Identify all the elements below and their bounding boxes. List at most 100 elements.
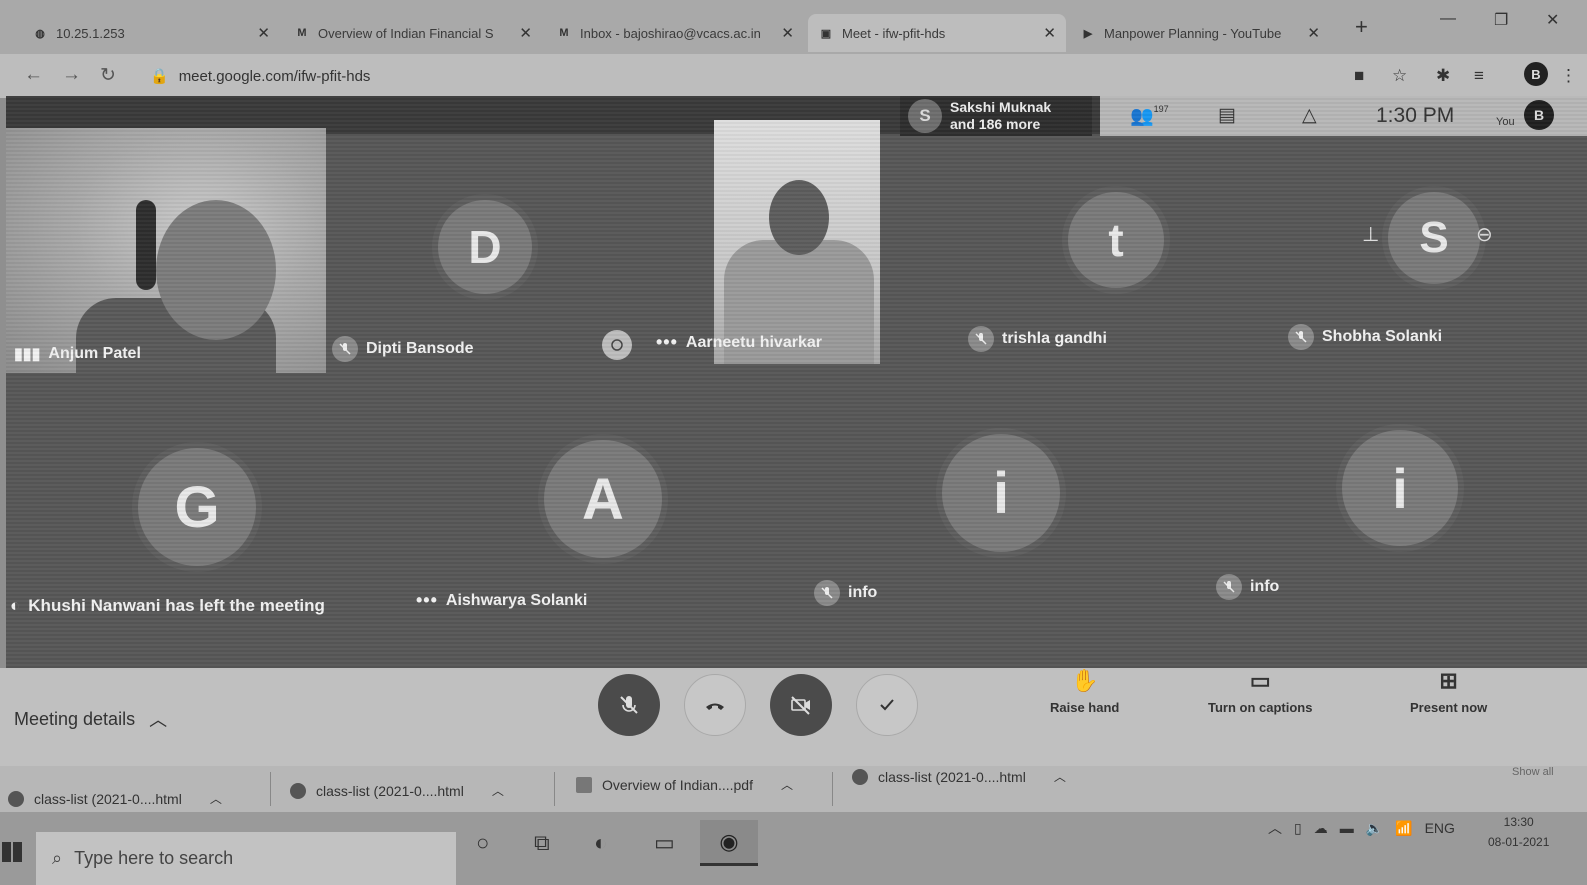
close-tab-icon[interactable]: ✕ bbox=[781, 24, 794, 42]
chrome-taskbar-icon[interactable]: ◉ bbox=[700, 820, 758, 866]
network-icon[interactable]: 📶 bbox=[1395, 820, 1412, 837]
download-item[interactable]: class-list (2021-0....html ︿ bbox=[852, 768, 1066, 785]
download-filename: class-list (2021-0....html bbox=[316, 782, 464, 799]
camera-icon[interactable]: ■ bbox=[1354, 66, 1364, 86]
hand-icon: ✋ bbox=[1070, 668, 1099, 693]
edge-icon[interactable]: ◐ bbox=[594, 830, 607, 856]
close-window-icon[interactable]: ✕ bbox=[1546, 10, 1559, 30]
forward-icon[interactable]: → bbox=[62, 64, 81, 86]
camera-toggle-button[interactable] bbox=[770, 674, 832, 736]
taskbar-search[interactable]: ⌕ Type here to search bbox=[36, 832, 456, 885]
system-tray: ︿ ▯ ☁ ▬ 🔈 📶 ENG bbox=[1268, 818, 1455, 838]
more-options-icon[interactable]: ••• bbox=[656, 332, 678, 353]
chevron-up-icon[interactable]: ︿ bbox=[1268, 818, 1282, 838]
browser-tab-1[interactable]: ◍ 10.25.1.253 ✕ bbox=[22, 14, 280, 52]
pin-icon[interactable]: ⊥ bbox=[1362, 222, 1379, 247]
meeting-details-button[interactable]: Meeting details ︿ bbox=[14, 706, 167, 732]
file-explorer-icon[interactable]: ▭ bbox=[654, 830, 675, 856]
show-all-link[interactable]: Show all bbox=[1512, 766, 1554, 778]
close-tab-icon[interactable]: ✕ bbox=[257, 24, 270, 42]
chevron-up-icon[interactable]: ︿ bbox=[1054, 768, 1066, 785]
check-icon bbox=[880, 699, 894, 711]
participant-name-tag: ••• Aarneetu hivarkar bbox=[656, 332, 822, 353]
clock[interactable]: 13:30 08-01-2021 bbox=[1488, 812, 1549, 852]
self-avatar[interactable]: B bbox=[1524, 100, 1554, 130]
chrome-file-icon bbox=[8, 790, 24, 807]
present-now-button[interactable]: ⊞ Present now bbox=[1410, 668, 1487, 715]
reading-list-icon[interactable]: ≡ bbox=[1474, 66, 1484, 86]
activities-icon[interactable]: △ bbox=[1302, 104, 1317, 127]
lock-icon: 🔒 bbox=[150, 68, 169, 85]
raise-hand-button[interactable]: ✋ Raise hand bbox=[1050, 668, 1119, 715]
volume-icon[interactable]: 🔈 bbox=[1366, 820, 1383, 837]
meet-icon: ▣ bbox=[820, 27, 832, 40]
download-item[interactable]: class-list (2021-0....html ︿ bbox=[290, 782, 504, 799]
extension-icon[interactable]: ✱ bbox=[1436, 66, 1450, 86]
mic-off-icon bbox=[814, 580, 840, 606]
participant-avatar[interactable]: A bbox=[544, 440, 662, 558]
url-field[interactable]: 🔒 meet.google.com/ifw-pfit-hds bbox=[150, 67, 371, 86]
participant-avatar[interactable]: i bbox=[1342, 430, 1458, 546]
close-tab-icon[interactable]: ✕ bbox=[519, 24, 532, 42]
chat-icon[interactable]: ▤ bbox=[1218, 104, 1236, 127]
participant-name-tag: trishla gandhi bbox=[968, 326, 1107, 352]
browser-tab-3[interactable]: M Inbox - bajoshirao@vcacs.ac.in ✕ bbox=[546, 14, 804, 52]
restore-icon[interactable]: ❐ bbox=[1494, 10, 1508, 30]
participant-avatar[interactable]: G bbox=[138, 448, 256, 566]
windows-taskbar: ⌕ Type here to search ○ ⧉ ◐ ▭ ◉ ︿ ▯ ☁ ▬ … bbox=[0, 812, 1587, 885]
participant-video-tile[interactable] bbox=[6, 128, 326, 373]
language-indicator[interactable]: ENG bbox=[1425, 820, 1455, 836]
participant-name: Anjum Patel bbox=[48, 345, 141, 362]
participant-avatar[interactable]: S bbox=[1388, 192, 1480, 284]
browser-tab-5[interactable]: ▶ Manpower Planning - YouTube ✕ bbox=[1070, 14, 1330, 52]
participant-name-tag: ▮▮▮ Anjum Patel bbox=[14, 344, 141, 364]
close-tab-icon[interactable]: ✕ bbox=[1307, 24, 1320, 42]
mic-toggle-button[interactable] bbox=[598, 674, 660, 736]
minimize-icon[interactable]: — bbox=[1440, 10, 1456, 28]
meet-control-bar: Meeting details ︿ ✋ Raise hand ▭ Turn on… bbox=[0, 668, 1587, 768]
browser-tab-4[interactable]: ▣ Meet - ifw-pfit-hds ✕ bbox=[808, 14, 1066, 52]
speaker-avatar: S bbox=[908, 99, 942, 133]
captions-button[interactable]: ▭ Turn on captions bbox=[1208, 668, 1312, 715]
participant-avatar[interactable]: i bbox=[942, 434, 1060, 552]
battery-icon[interactable]: ▬ bbox=[1340, 820, 1354, 836]
more-options-icon[interactable]: ••• bbox=[416, 590, 438, 611]
remove-icon[interactable]: ⊖ bbox=[1476, 222, 1493, 247]
person-head bbox=[156, 200, 276, 340]
participant-avatar[interactable]: D bbox=[438, 200, 532, 294]
browser-tab-2[interactable]: M Overview of Indian Financial S ✕ bbox=[284, 14, 542, 52]
tab-title: Meet - ifw-pfit-hds bbox=[842, 25, 946, 41]
pdf-file-icon bbox=[576, 776, 592, 793]
bookmark-star-icon[interactable]: ☆ bbox=[1392, 66, 1407, 86]
search-placeholder: Type here to search bbox=[74, 848, 234, 868]
checkmark-button[interactable] bbox=[856, 674, 918, 736]
profile-avatar[interactable]: B bbox=[1524, 62, 1548, 86]
participant-name: Shobha Solanki bbox=[1322, 328, 1443, 345]
audio-level-icon: ▮▮▮ bbox=[14, 346, 41, 363]
participant-name-tag: info bbox=[1216, 574, 1279, 600]
chevron-up-icon[interactable]: ︿ bbox=[781, 776, 793, 793]
participant-avatar[interactable]: t bbox=[1068, 192, 1164, 288]
chevron-up-icon[interactable]: ︿ bbox=[492, 782, 504, 799]
close-tab-icon[interactable]: ✕ bbox=[1043, 24, 1056, 42]
cortana-icon[interactable]: ○ bbox=[476, 830, 489, 856]
windows-start-icon[interactable] bbox=[2, 842, 22, 862]
reload-icon[interactable]: ↻ bbox=[100, 64, 116, 87]
participant-video-tile[interactable] bbox=[714, 120, 880, 364]
chevron-up-icon[interactable]: ︿ bbox=[210, 790, 222, 807]
new-tab-icon[interactable]: + bbox=[1355, 14, 1368, 40]
url-text: meet.google.com/ifw-pfit-hds bbox=[178, 67, 371, 85]
download-item[interactable]: class-list (2021-0....html ︿ bbox=[8, 790, 222, 807]
leave-call-button[interactable] bbox=[684, 674, 746, 736]
participants-button[interactable]: 👥197 bbox=[1130, 104, 1169, 128]
active-speaker-chip[interactable]: S Sakshi Muknak and 186 more bbox=[900, 96, 1092, 136]
mic-off-icon bbox=[620, 696, 638, 714]
tablet-icon[interactable]: ▯ bbox=[1294, 820, 1302, 837]
back-icon[interactable]: ← bbox=[24, 64, 43, 86]
task-view-icon[interactable]: ⧉ bbox=[534, 830, 550, 856]
download-item[interactable]: Overview of Indian....pdf ︿ bbox=[576, 776, 793, 793]
onedrive-icon[interactable]: ☁ bbox=[1314, 820, 1328, 837]
menu-icon[interactable]: ⋮ bbox=[1560, 66, 1577, 86]
participant-name: Dipti Bansode bbox=[366, 340, 474, 357]
participant-name-tag: ••• Aishwarya Solanki bbox=[416, 590, 587, 611]
